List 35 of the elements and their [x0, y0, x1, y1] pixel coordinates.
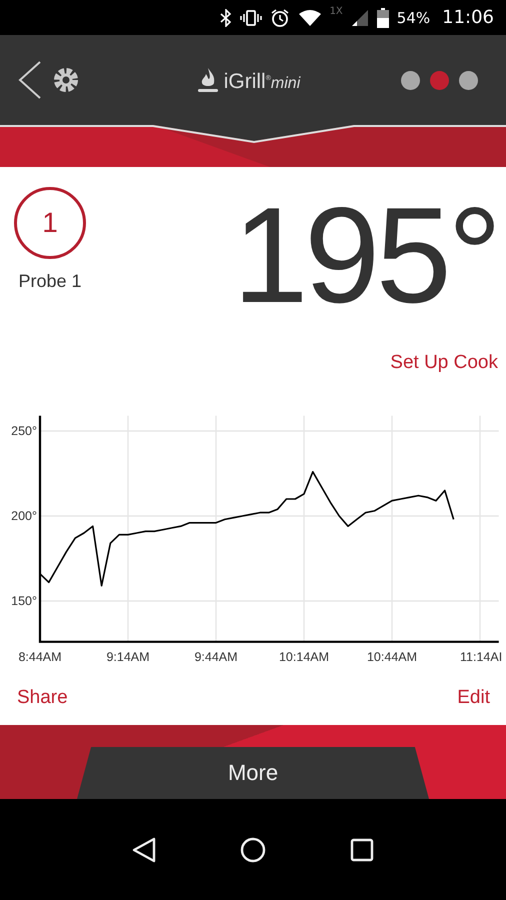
- clock-time: 11:06: [442, 7, 494, 28]
- bluetooth-icon: [220, 8, 232, 26]
- app-logo-text: iGrill$^{®}$mini: [224, 70, 300, 94]
- battery-percent: 54%: [396, 8, 430, 26]
- more-button[interactable]: More: [77, 747, 429, 799]
- settings-icon[interactable]: [52, 66, 80, 94]
- back-triangle-icon[interactable]: [132, 836, 156, 862]
- x-tick-label: 9:44AM: [194, 650, 238, 664]
- probe-number: 1: [14, 187, 86, 259]
- x-tick-label: 10:44AM: [366, 650, 418, 664]
- page-dot[interactable]: [400, 70, 420, 90]
- wifi-icon: [298, 8, 322, 26]
- probe-label: Probe 1: [18, 271, 82, 292]
- temperature-reading: 195°: [232, 187, 498, 323]
- x-tick-label: 9:14AM: [106, 650, 150, 664]
- battery-icon: [376, 8, 389, 28]
- recents-icon[interactable]: [350, 838, 374, 862]
- x-tick-label: 8:44AM: [18, 650, 62, 664]
- y-tick-label: 200°: [11, 509, 37, 523]
- page-dot[interactable]: [458, 70, 478, 90]
- network-type: 1X: [330, 6, 343, 17]
- y-tick-label: 250°: [11, 424, 37, 438]
- vibrate-icon: [240, 10, 262, 26]
- x-tick-label: 10:14AM: [278, 650, 330, 664]
- y-tick-label: 150°: [11, 594, 37, 608]
- home-icon[interactable]: [240, 836, 266, 862]
- share-link[interactable]: Share: [17, 687, 68, 709]
- back-icon[interactable]: [18, 61, 42, 99]
- signal-icon: [350, 8, 369, 26]
- page-dot[interactable]: [430, 70, 449, 90]
- flame-icon: [196, 66, 220, 94]
- set-up-cook-link[interactable]: Set Up Cook: [390, 352, 498, 374]
- x-tick-label: 11:14AI: [460, 650, 502, 664]
- alarm-icon: [270, 8, 290, 28]
- edit-link[interactable]: Edit: [457, 687, 490, 709]
